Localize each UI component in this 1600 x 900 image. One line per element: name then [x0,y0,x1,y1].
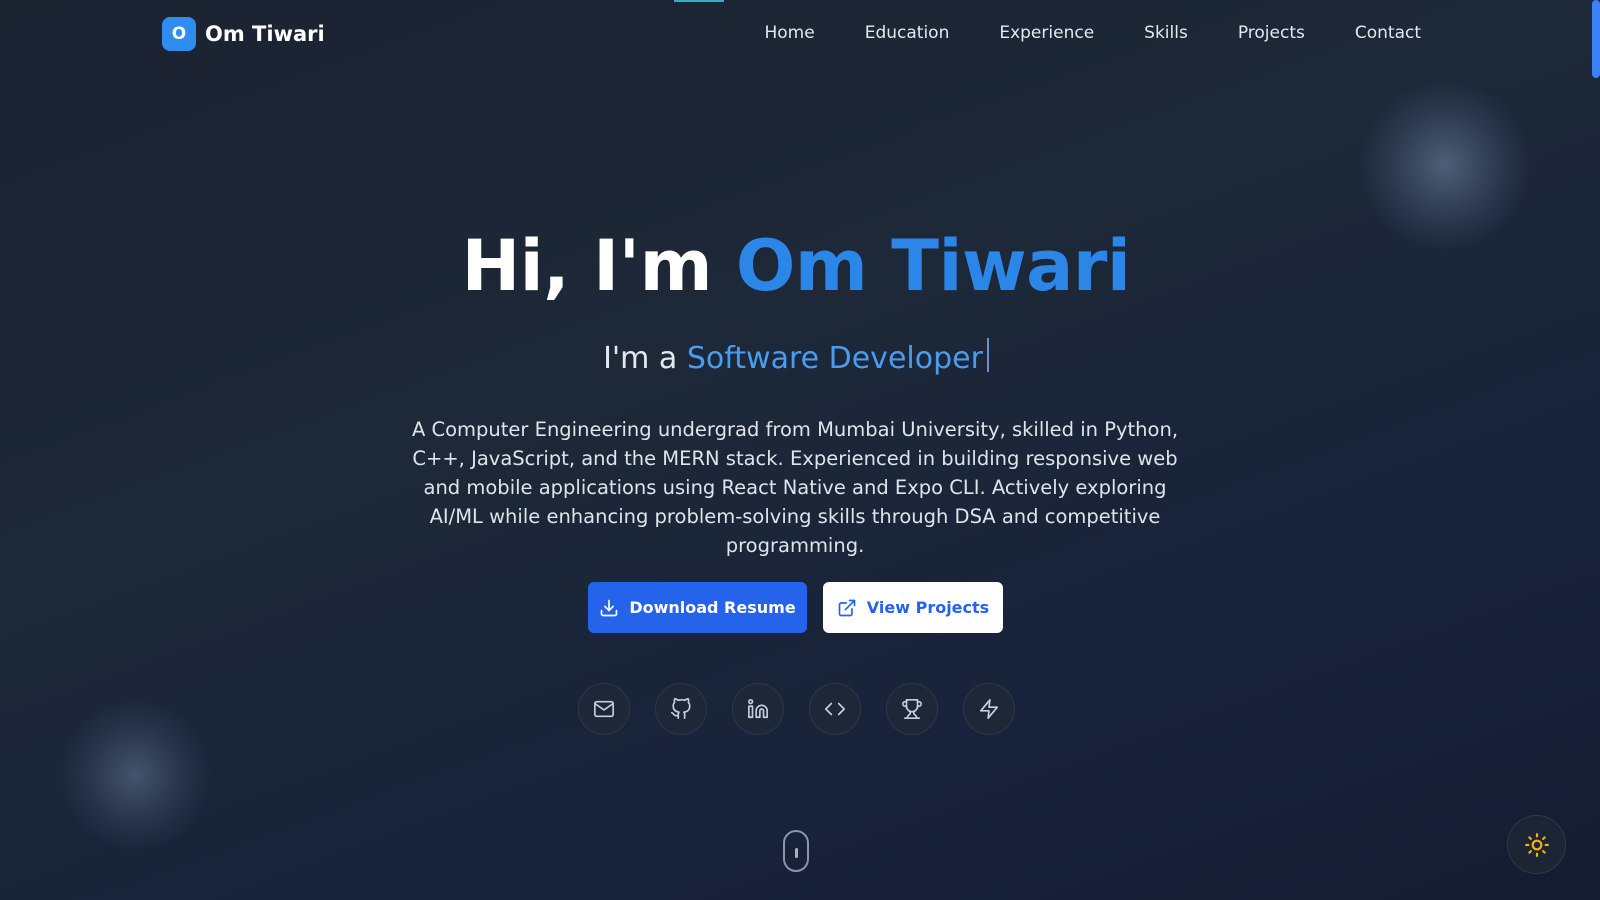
github-icon [671,698,691,719]
social-email-button[interactable] [578,683,630,735]
typing-caret [986,338,989,372]
nav-item-education[interactable]: Education [865,23,950,43]
nav-menu: Home Education Experience Skills Project… [715,23,1422,43]
nav-item-projects[interactable]: Projects [1238,23,1305,43]
background-glow-bottom-left [60,700,210,850]
logo-badge: O [162,17,196,51]
social-github-button[interactable] [655,683,707,735]
zap-icon [979,699,999,719]
logo-name: Om Tiwari [205,22,325,46]
external-link-icon [838,599,856,616]
page-scrollbar[interactable] [1590,0,1600,900]
download-resume-label: Download Resume [629,598,796,617]
hero-sub-prefix: I'm a [603,341,687,376]
view-projects-button[interactable]: View Projects [823,582,1003,633]
sun-icon [1524,832,1549,857]
nav-item-contact[interactable]: Contact [1355,23,1421,43]
mail-icon [594,700,614,718]
scroll-indicator-dot [795,848,798,858]
theme-toggle-button[interactable] [1507,815,1566,874]
scroll-down-indicator[interactable] [783,830,809,872]
nav-item-home[interactable]: Home [765,23,815,43]
social-trophy-button[interactable] [886,683,938,735]
hero-role: Software Developer [686,341,983,376]
trophy-icon [902,699,922,719]
view-projects-label: View Projects [866,598,990,617]
download-resume-button[interactable]: Download Resume [588,582,807,633]
download-icon [600,599,618,616]
social-links [578,683,1015,735]
hero-description: A Computer Engineering undergrad from Mu… [411,418,1179,557]
linkedin-icon [748,699,768,719]
scrollbar-thumb[interactable] [1592,0,1600,78]
code-icon [825,702,845,716]
navbar: O Om Tiwari Home Education Experience Sk… [0,0,1600,70]
social-code-button[interactable] [809,683,861,735]
hero-title: Hi, I'm Om Tiwari [0,225,1592,307]
social-zap-button[interactable] [963,683,1015,735]
logo[interactable]: O Om Tiwari [162,17,325,51]
social-linkedin-button[interactable] [732,683,784,735]
nav-item-experience[interactable]: Experience [999,23,1094,43]
nav-item-skills[interactable]: Skills [1144,23,1188,43]
hero-greeting: Hi, I'm [461,225,736,307]
hero-subtitle: I'm a Software Developer [0,338,1592,376]
hero-name: Om Tiwari [735,225,1131,307]
